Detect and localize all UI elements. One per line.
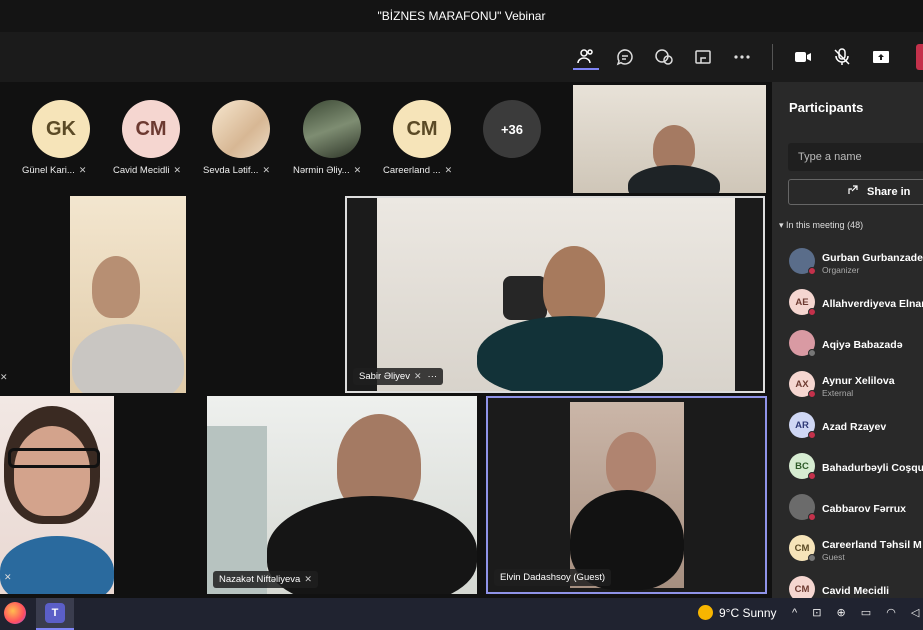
status-badge xyxy=(808,431,816,439)
video-tile[interactable]: Nazakət Niftəliyeva ✕ xyxy=(207,396,477,594)
participant-name-tag: Nazakət Niftəliyeva ✕ xyxy=(213,571,318,588)
participant-name: Azad Rzayev xyxy=(822,421,887,433)
meeting-toolbar xyxy=(0,32,923,82)
mic-off-icon[interactable] xyxy=(829,44,855,70)
avatar[interactable] xyxy=(303,100,361,158)
mic-off-icon: ✕ xyxy=(353,165,362,175)
video-tile[interactable] xyxy=(573,85,766,193)
chat-icon[interactable] xyxy=(612,44,638,70)
video-tile[interactable]: ✕ xyxy=(0,396,114,594)
avatar-name: Careerland ... ✕ xyxy=(383,165,453,176)
participant-row[interactable]: AR Azad Rzayev xyxy=(789,412,923,440)
mic-off-icon: ✕ xyxy=(4,572,12,582)
status-badge xyxy=(808,349,816,357)
chevron-down-icon: ▾ xyxy=(779,220,787,230)
participant-row[interactable]: BC Bahadurbəyli Coşqu xyxy=(789,453,923,481)
more-icon[interactable]: ··· xyxy=(428,371,438,382)
mic-off-icon: ✕ xyxy=(262,165,270,175)
participant-video xyxy=(570,402,684,590)
teams-taskbar-button[interactable]: T xyxy=(36,598,74,630)
participants-panel: Participants Type a name Share in ▾ In t… xyxy=(772,82,923,602)
participant-video xyxy=(628,165,720,193)
participant-name: Gurban Gurbanzade xyxy=(822,252,923,264)
camera-icon[interactable] xyxy=(790,44,816,70)
section-header[interactable]: ▾ In this meeting (48) xyxy=(779,220,863,231)
status-badge xyxy=(808,390,816,398)
participant-row[interactable]: Cabbarov Fərrux xyxy=(789,494,923,522)
status-badge xyxy=(808,513,816,521)
avatar-name: Cavid Mecidli ✕ xyxy=(113,165,182,176)
share-tray-icon[interactable] xyxy=(690,44,716,70)
participant-video xyxy=(92,256,140,318)
system-tray[interactable]: ^ ⊡ ⊕ ▭ ◠ ◁ AZ xyxy=(792,606,923,619)
avatar[interactable]: CM xyxy=(393,100,451,158)
mic-off-icon: ✕ xyxy=(78,165,87,175)
participant-row[interactable]: Gurban Gurbanzade Organizer xyxy=(789,248,923,276)
mic-off-icon: ✕ xyxy=(304,574,312,584)
status-badge xyxy=(808,308,816,316)
teams-icon: T xyxy=(45,603,65,623)
more-participants-button[interactable]: +36 xyxy=(483,100,541,158)
avatar-name: Günel Kari... ✕ xyxy=(22,165,87,176)
panel-title: Participants xyxy=(789,100,864,115)
video-tile[interactable] xyxy=(70,196,186,393)
mic-off-icon: ✕ xyxy=(0,372,8,382)
reactions-icon[interactable] xyxy=(651,44,677,70)
participant-name: Cavid Mecidli xyxy=(822,585,890,597)
video-stage: GK Günel Kari... ✕ CM Cavid Mecidli ✕ Sevd… xyxy=(0,82,772,598)
status-badge xyxy=(808,472,816,480)
avatar-name: Sevda Lətif... ✕ xyxy=(203,165,270,176)
participant-name-tag: Elvin Dadashsoy (Guest) xyxy=(494,569,612,586)
participant-row[interactable]: AX Aynur Xelilova External xyxy=(789,371,923,399)
weather-widget[interactable]: 9°C Sunny xyxy=(698,605,777,620)
featured-video-tile[interactable]: Sabir Əliyev ✕ ··· xyxy=(345,196,765,393)
participant-name: Allahverdiyeva Elnar xyxy=(822,298,923,310)
mic-off-icon: ✕ xyxy=(413,371,422,381)
participant-role: Guest xyxy=(822,552,845,562)
participant-video xyxy=(72,324,184,393)
participant-name: Aynur Xelilova xyxy=(822,375,895,387)
share-screen-icon[interactable] xyxy=(868,44,894,70)
video-tile[interactable]: Elvin Dadashsoy (Guest) xyxy=(486,396,767,594)
participant-name: Aqiyə Babazadə xyxy=(822,339,903,351)
participant-name: Cabbarov Fərrux xyxy=(822,503,907,515)
share-icon xyxy=(848,185,858,194)
mic-off-icon: ✕ xyxy=(173,165,182,175)
more-icon[interactable] xyxy=(729,44,755,70)
participant-role: External xyxy=(822,388,854,398)
toolbar-divider xyxy=(772,44,773,70)
people-icon[interactable] xyxy=(573,44,599,70)
sun-icon xyxy=(698,605,713,620)
avatar[interactable]: CM xyxy=(122,100,180,158)
window-title: "BİZNES MARAFONU" Vebinar xyxy=(0,0,923,32)
participant-name: Careerland Təhsil M xyxy=(822,539,922,551)
participant-name-tag: Sabir Əliyev ✕ ··· xyxy=(353,368,444,385)
share-invite-button[interactable]: Share in xyxy=(788,179,923,205)
participant-row[interactable]: CM Careerland Təhsil M Guest xyxy=(789,535,923,563)
participant-row[interactable]: Aqiyə Babazadə xyxy=(789,330,923,358)
status-badge xyxy=(808,267,816,275)
avatar-strip: GK Günel Kari... ✕ CM Cavid Mecidli ✕ Sevd… xyxy=(0,82,572,192)
avatar[interactable]: GK xyxy=(32,100,90,158)
mic-off-icon: ✕ xyxy=(444,165,453,175)
firefox-icon[interactable] xyxy=(4,602,26,624)
avatar[interactable] xyxy=(212,100,270,158)
avatar-name: Nərmin Əliy... ✕ xyxy=(293,165,362,176)
leave-button[interactable] xyxy=(916,44,923,70)
taskbar: T 9°C Sunny ^ ⊡ ⊕ ▭ ◠ ◁ AZ xyxy=(0,598,923,630)
status-badge xyxy=(808,554,816,562)
participant-video xyxy=(377,198,735,391)
search-input[interactable]: Type a name xyxy=(788,143,923,171)
participant-role: Organizer xyxy=(822,265,860,275)
participant-name: Bahadurbəyli Coşqu xyxy=(822,462,923,474)
participant-row[interactable]: AE Allahverdiyeva Elnar xyxy=(789,289,923,317)
